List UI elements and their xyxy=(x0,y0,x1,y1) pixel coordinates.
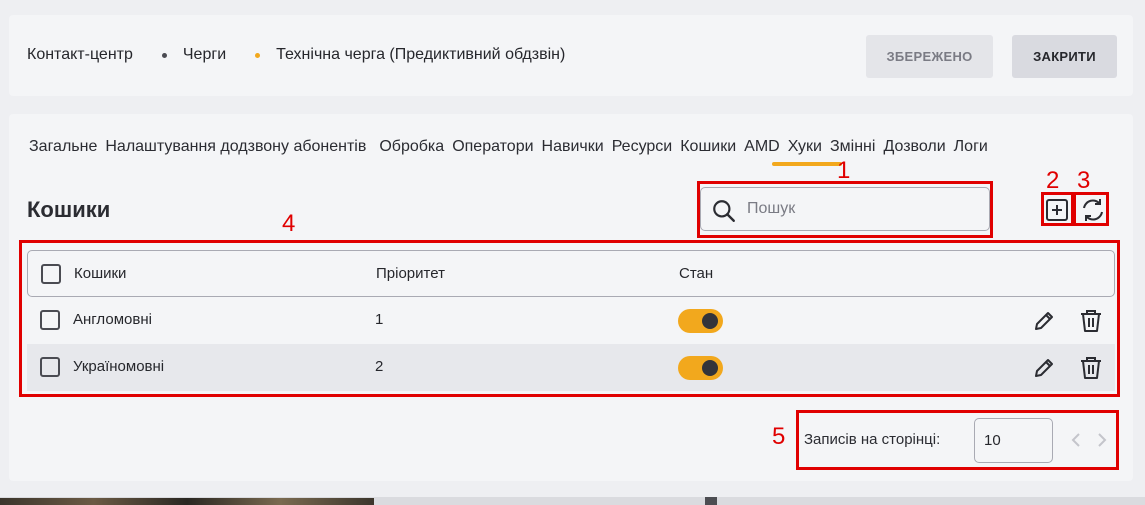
tab-dial-settings[interactable]: Налаштування додзвону абонентів xyxy=(105,138,366,156)
background-divider xyxy=(705,497,717,505)
annotation-box-1 xyxy=(697,181,993,238)
breadcrumb-separator-active xyxy=(255,52,261,58)
tab-variables[interactable]: Змінні xyxy=(830,138,875,156)
header-bar: Контакт-центр Черги Технічна черга (Пред… xyxy=(9,15,1133,96)
annotation-box-5 xyxy=(796,410,1119,470)
breadcrumb-item-current: Технічна черга (Предиктивний обдзвін) xyxy=(276,46,566,63)
tab-baskets[interactable]: Кошики xyxy=(680,138,736,156)
tab-general[interactable]: Загальне xyxy=(29,138,97,156)
annotation-label-3: 3 xyxy=(1077,167,1091,194)
annotation-label-2: 2 xyxy=(1046,167,1060,194)
tab-hooks[interactable]: Хуки xyxy=(788,138,822,156)
tab-permissions[interactable]: Дозволи xyxy=(883,138,945,156)
tab-amd[interactable]: AMD xyxy=(744,138,780,156)
annotation-box-4 xyxy=(19,240,1120,397)
background-image-fragment xyxy=(0,498,374,505)
tab-operators[interactable]: Оператори xyxy=(452,138,533,156)
tab-skills[interactable]: Навички xyxy=(542,138,604,156)
annotation-box-3 xyxy=(1073,192,1109,226)
tab-logs[interactable]: Логи xyxy=(954,138,988,156)
breadcrumb-item-contact-center[interactable]: Контакт-центр xyxy=(27,46,133,64)
annotation-label-4: 4 xyxy=(282,210,296,237)
annotation-label-1: 1 xyxy=(837,157,851,184)
active-tab-indicator xyxy=(772,162,842,166)
annotation-label-5: 5 xyxy=(772,423,786,450)
close-button[interactable]: ЗАКРИТИ xyxy=(1012,35,1117,78)
breadcrumb-item-queues[interactable]: Черги xyxy=(183,46,226,64)
tab-resources[interactable]: Ресурси xyxy=(612,138,673,156)
tab-processing[interactable]: Обробка xyxy=(379,138,444,156)
breadcrumb: Контакт-центр Черги Технічна черга (Пред… xyxy=(27,46,565,64)
breadcrumb-separator xyxy=(161,52,167,58)
tab-bar: Загальне Налаштування додзвону абонентів… xyxy=(29,138,996,156)
annotation-box-2 xyxy=(1041,192,1074,226)
saved-button[interactable]: ЗБЕРЕЖЕНО xyxy=(866,35,993,78)
page-title: Кошики xyxy=(27,197,111,222)
